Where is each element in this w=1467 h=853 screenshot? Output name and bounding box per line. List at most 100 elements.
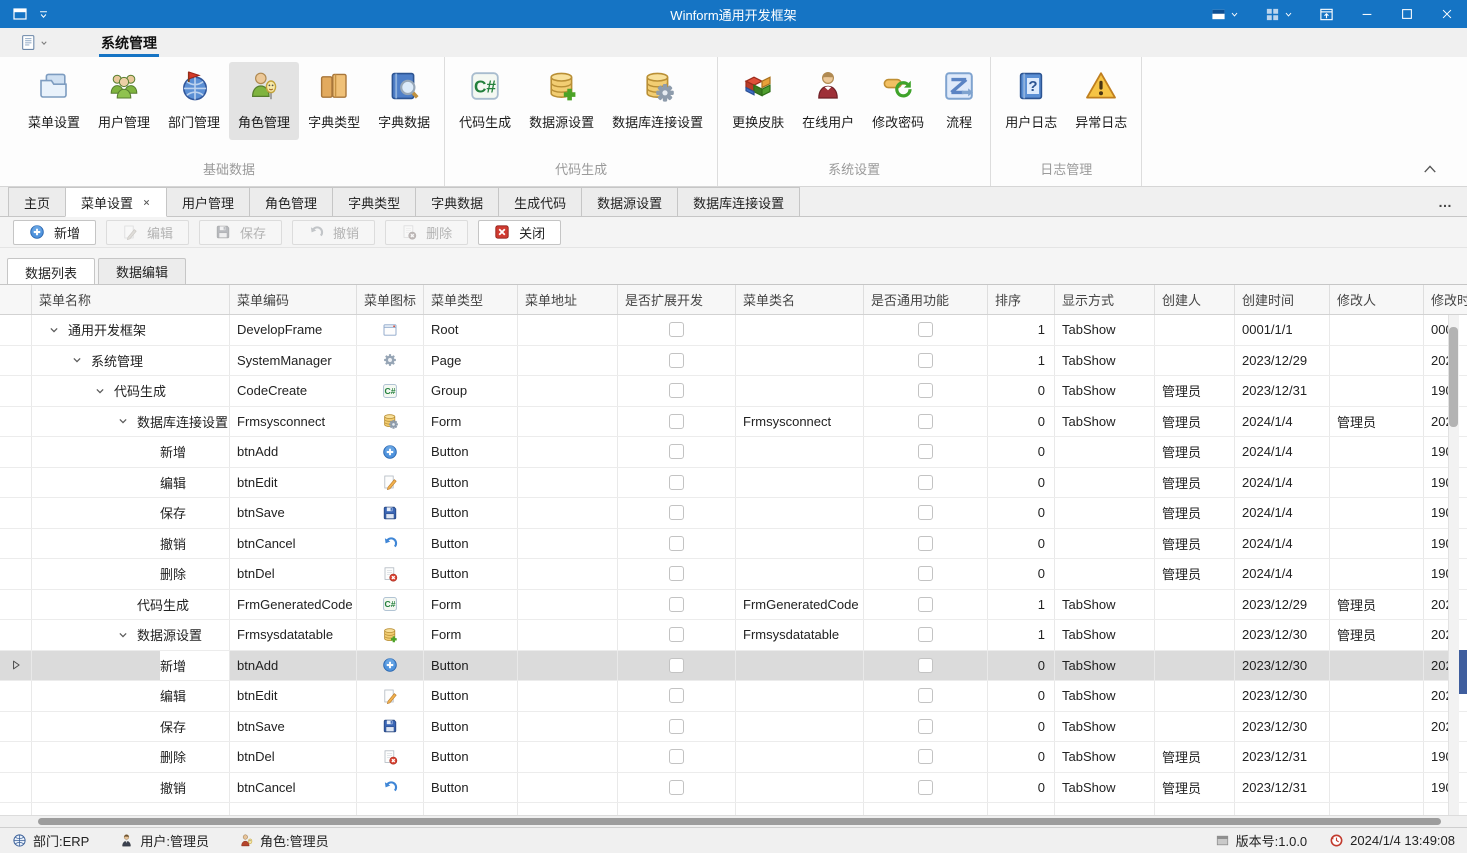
grid-column-header[interactable]: 是否扩展开发 [618, 285, 736, 314]
cell-sort[interactable]: 1 [988, 346, 1055, 376]
ribbon-tab-system-manage[interactable]: 系统管理 [94, 28, 164, 57]
cell-modifier[interactable] [1330, 712, 1424, 742]
cell-menu-icon[interactable] [357, 620, 424, 650]
cell-modifier[interactable] [1330, 376, 1424, 406]
cell-ext-dev-checkbox[interactable] [618, 681, 736, 711]
document-tab[interactable]: 字典数据 [415, 187, 499, 216]
cell-show-mode[interactable]: TabShow [1055, 376, 1155, 406]
cell-menu-name[interactable]: 数据库连接设置 [32, 407, 230, 437]
cell-show-mode[interactable] [1055, 559, 1155, 589]
table-row[interactable]: 撤销btnCancelButton0TabShow管理员2023/12/3119… [0, 773, 1467, 804]
cell-menu-code[interactable]: CodeCreate [230, 376, 357, 406]
document-tab[interactable]: 数据源设置 [581, 187, 678, 216]
cell-menu-icon[interactable]: C# [357, 376, 424, 406]
cell-modified-time[interactable]: 000 [1424, 315, 1467, 345]
cell-menu-url[interactable] [518, 773, 618, 803]
ribbon-item[interactable]: 用户管理 [89, 62, 159, 140]
保存-button[interactable]: 保存 [199, 220, 282, 245]
grid-column-header[interactable]: 显示方式 [1055, 285, 1155, 314]
cell-sort[interactable]: 0 [988, 559, 1055, 589]
cell-menu-class[interactable] [736, 346, 864, 376]
cell-menu-code[interactable]: btnDel [230, 742, 357, 772]
cell-modified-time[interactable]: 190 [1424, 529, 1467, 559]
cell-menu-url[interactable] [518, 590, 618, 620]
document-tab[interactable]: 数据库连接设置 [677, 187, 800, 216]
tree-expand-icon[interactable] [63, 353, 91, 367]
grid-column-header[interactable]: 菜单地址 [518, 285, 618, 314]
cell-created-time[interactable]: 2023/12/29 [1235, 346, 1330, 376]
cell-menu-icon[interactable] [357, 407, 424, 437]
cell-menu-url[interactable] [518, 376, 618, 406]
checkbox-unchecked[interactable] [669, 383, 684, 398]
cell-common-checkbox[interactable] [864, 590, 988, 620]
minimize-button[interactable] [1347, 0, 1387, 28]
cell-menu-icon[interactable] [357, 315, 424, 345]
close-button[interactable] [1427, 0, 1467, 28]
cell-common-checkbox[interactable] [864, 712, 988, 742]
cell-menu-class[interactable]: FrmGeneratedCode [736, 590, 864, 620]
cell-menu-class[interactable] [736, 651, 864, 681]
cell-menu-code[interactable]: DevelopFrame [230, 315, 357, 345]
checkbox-unchecked[interactable] [669, 414, 684, 429]
cell-ext-dev-checkbox[interactable] [618, 620, 736, 650]
cell-common-checkbox[interactable] [864, 498, 988, 528]
grid-column-header[interactable]: 菜单名称 [32, 285, 230, 314]
cell-modifier[interactable] [1330, 742, 1424, 772]
cell-creator[interactable]: 管理员 [1155, 468, 1235, 498]
table-row[interactable]: 删除btnDelButton0TabShow管理员2023/12/31190 [0, 742, 1467, 773]
checkbox-unchecked[interactable] [918, 536, 933, 551]
cell-menu-url[interactable] [518, 712, 618, 742]
cell-menu-type[interactable]: Button [424, 681, 518, 711]
cell-common-checkbox[interactable] [864, 407, 988, 437]
grid-column-header[interactable]: 排序 [988, 285, 1055, 314]
cell-menu-url[interactable] [518, 620, 618, 650]
cell-menu-code[interactable]: btnEdit [230, 468, 357, 498]
checkbox-unchecked[interactable] [918, 719, 933, 734]
cell-menu-name[interactable]: 保存 [32, 712, 230, 742]
table-row[interactable]: 删除btnDelButton0管理员2024/1/4190 [0, 559, 1467, 590]
cell-created-time[interactable]: 2023/12/31 [1235, 773, 1330, 803]
checkbox-unchecked[interactable] [669, 780, 684, 795]
cell-modifier[interactable] [1330, 559, 1424, 589]
关闭-button[interactable]: 关闭 [478, 220, 561, 245]
checkbox-unchecked[interactable] [918, 780, 933, 795]
cell-menu-code[interactable]: Frmsysdatatable [230, 620, 357, 650]
table-row[interactable]: 保存btnSaveButton0管理员2024/1/4190 [0, 498, 1467, 529]
cell-creator[interactable] [1155, 315, 1235, 345]
cell-ext-dev-checkbox[interactable] [618, 773, 736, 803]
cell-modifier[interactable] [1330, 803, 1424, 815]
dock-panel-button[interactable] [1306, 0, 1347, 28]
table-row[interactable]: 保存btnSaveButton0TabShow2023/12/30202 [0, 712, 1467, 743]
horizontal-scrollbar-thumb[interactable] [38, 818, 1441, 825]
cell-menu-icon[interactable] [357, 803, 424, 815]
cell-menu-class[interactable] [736, 712, 864, 742]
document-tab[interactable]: 生成代码 [498, 187, 582, 216]
cell-menu-type[interactable]: Button [424, 712, 518, 742]
view-tab[interactable]: 数据编辑 [98, 258, 186, 284]
cell-sort[interactable]: 1 [988, 315, 1055, 345]
table-row[interactable]: 代码生成FrmGeneratedCodeC#FormFrmGeneratedCo… [0, 590, 1467, 621]
cell-modifier[interactable] [1330, 437, 1424, 467]
cell-ext-dev-checkbox[interactable] [618, 742, 736, 772]
cell-creator[interactable]: 管理员 [1155, 742, 1235, 772]
cell-modified-time[interactable]: 190 [1424, 376, 1467, 406]
cell-sort[interactable]: 0 [988, 498, 1055, 528]
checkbox-unchecked[interactable] [669, 353, 684, 368]
cell-creator[interactable] [1155, 712, 1235, 742]
cell-menu-class[interactable] [736, 376, 864, 406]
cell-created-time[interactable]: 2024/1/4 [1235, 468, 1330, 498]
checkbox-unchecked[interactable] [669, 658, 684, 673]
cell-menu-code[interactable]: btnSave [230, 712, 357, 742]
cell-creator[interactable]: 管理员 [1155, 529, 1235, 559]
cell-ext-dev-checkbox[interactable] [618, 559, 736, 589]
table-row[interactable]: 编辑btnEditButton0管理员2024/1/4190 [0, 468, 1467, 499]
checkbox-unchecked[interactable] [669, 597, 684, 612]
cell-common-checkbox[interactable] [864, 376, 988, 406]
cell-sort[interactable]: 0 [988, 742, 1055, 772]
cell-created-time[interactable]: 2023/12/29 [1235, 590, 1330, 620]
cell-modified-time[interactable]: 190 [1424, 498, 1467, 528]
cell-menu-code[interactable]: btnEdit [230, 681, 357, 711]
checkbox-unchecked[interactable] [918, 566, 933, 581]
checkbox-unchecked[interactable] [669, 536, 684, 551]
checkbox-unchecked[interactable] [669, 749, 684, 764]
